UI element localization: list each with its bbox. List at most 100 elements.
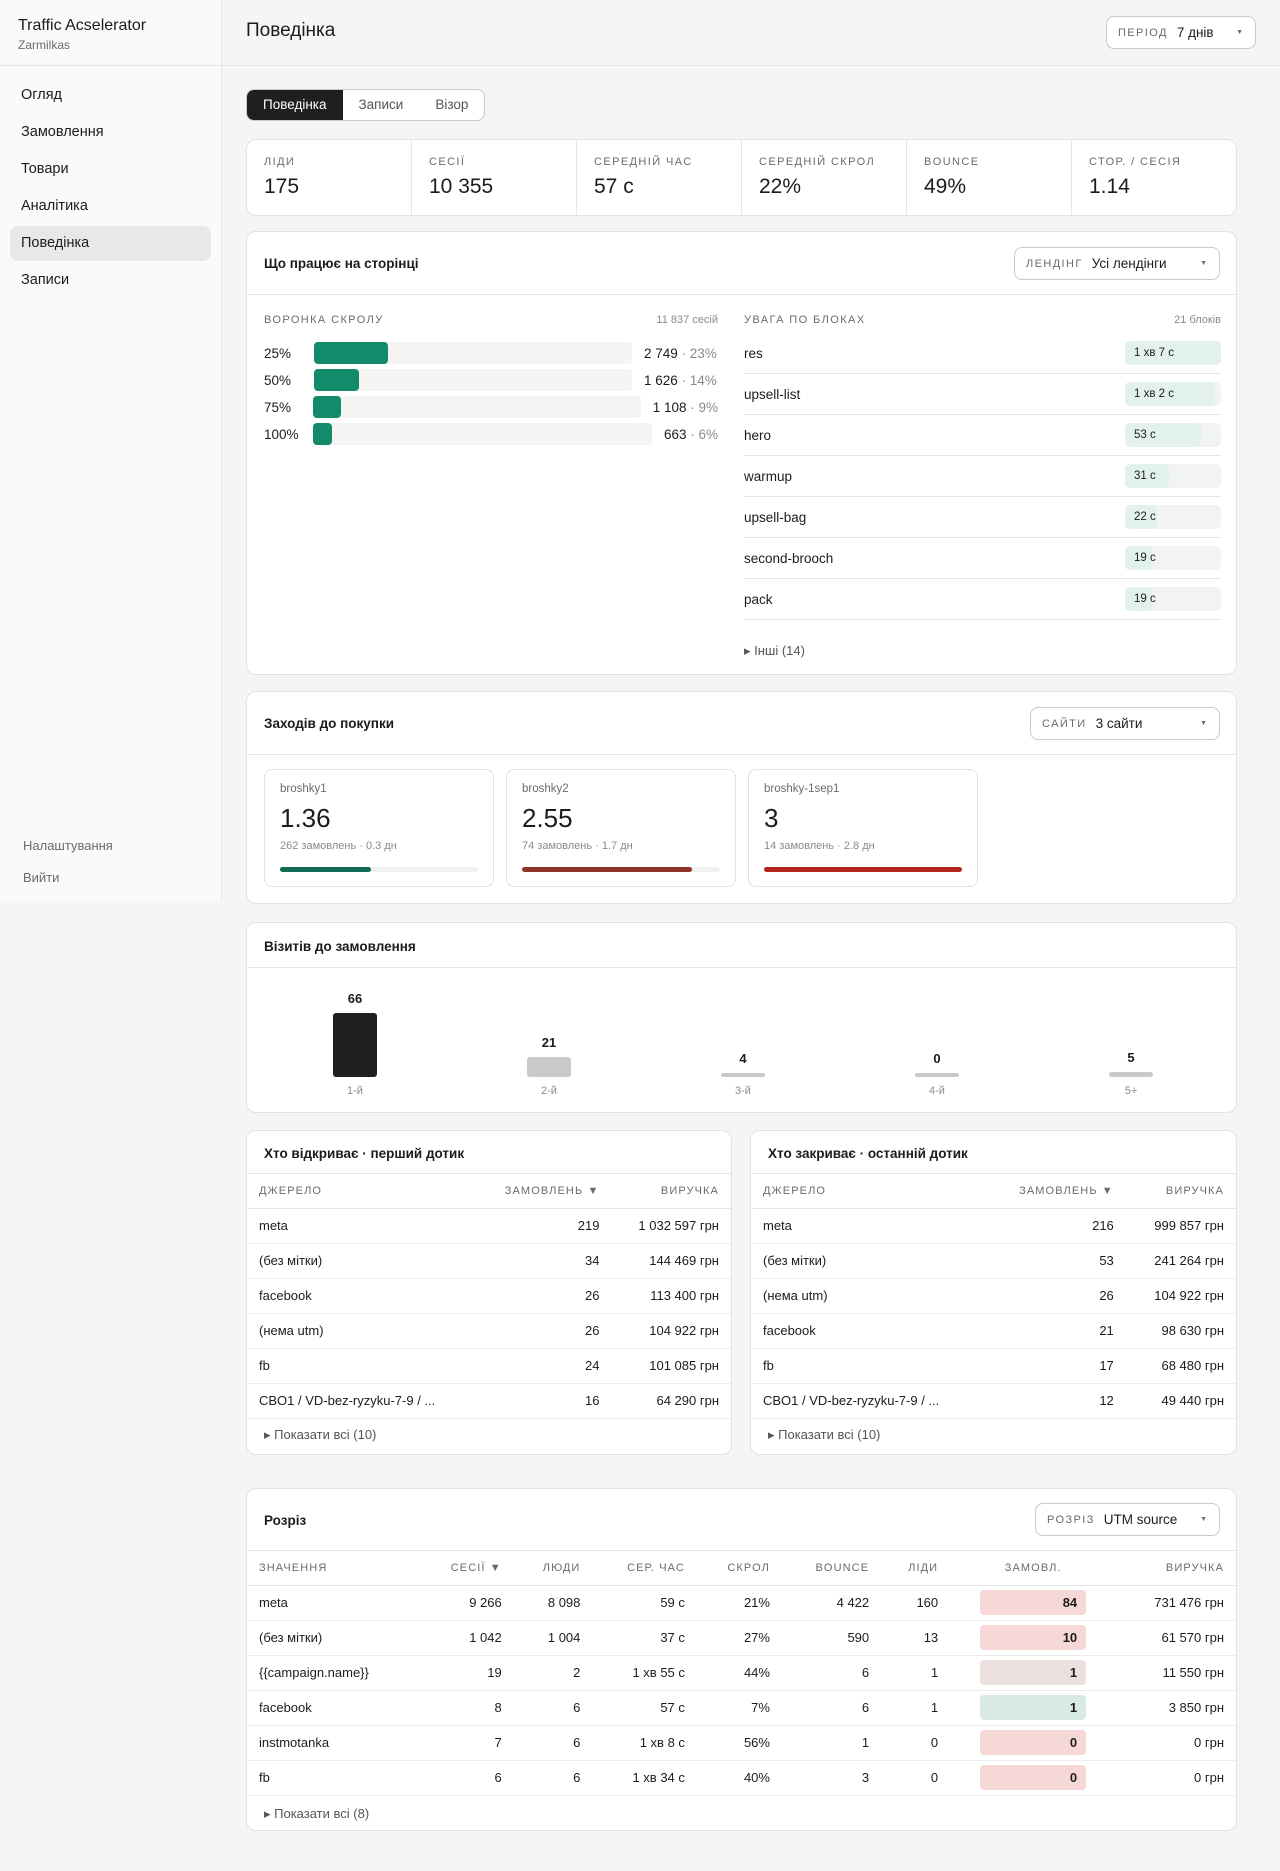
sidebar-item-products[interactable]: Товари (10, 152, 211, 187)
col-header[interactable]: ЛЮДИ (513, 1551, 593, 1586)
cell: 19 (417, 1655, 514, 1691)
table-row[interactable]: (нема utm) 26 104 922 грн (247, 1313, 731, 1349)
cell-source: facebook (751, 1313, 987, 1349)
table-row[interactable]: meta 216 999 857 грн (751, 1208, 1236, 1244)
show-all-breakdown[interactable]: ▸ Показати всі (8) (264, 1806, 369, 1822)
block-track: 19 с (1125, 587, 1221, 611)
cell: 27% (696, 1620, 782, 1656)
cell-revenue: 241 264 грн (1125, 1243, 1236, 1279)
col-revenue[interactable]: ВИРУЧКА (611, 1174, 731, 1209)
table-row[interactable]: facebook 8 6 57 с 7% 6 1 1 3 850 грн (247, 1690, 1236, 1726)
block-value: 53 с (1134, 429, 1156, 441)
cell-orders: 216 (986, 1208, 1126, 1244)
table-row[interactable]: fb 17 68 480 грн (751, 1348, 1236, 1384)
what-works-card: Що працює на сторінці ЛЕНДІНГ Усі лендін… (246, 231, 1237, 675)
table-row[interactable]: (без мітки) 1 042 1 004 37 с 27% 590 13 10 61 57… (247, 1620, 1236, 1656)
kpi-value: 49% (924, 175, 967, 198)
table-row[interactable]: {{campaign.name}} 19 2 1 хв 55 с 44% 6 1 1 11 55… (247, 1655, 1236, 1691)
cell: fb (247, 1760, 418, 1796)
col-header[interactable]: ЗАМОВЛ. (950, 1551, 1117, 1586)
table-row[interactable]: fb 6 6 1 хв 34 с 40% 3 0 0 0 грн (247, 1760, 1236, 1796)
col-orders[interactable]: ЗАМОВЛЕНЬ ▼ (986, 1174, 1126, 1209)
funnel-value: 1 108 · 9% (641, 400, 718, 415)
col-header[interactable]: СЕСІЇ ▼ (417, 1551, 514, 1586)
app-name: Traffic Acselerator (18, 17, 147, 34)
sites-select[interactable]: САЙТИ 3 сайти ▼ (1030, 707, 1220, 740)
col-orders[interactable]: ЗАМОВЛЕНЬ ▼ (475, 1174, 612, 1209)
funnel-depth: 75% (264, 399, 292, 415)
cell: 4 422 (781, 1585, 882, 1621)
col-header[interactable]: ЛІДИ (881, 1551, 951, 1586)
tab-behavior[interactable]: Поведінка (247, 90, 343, 120)
funnel-share: · 14% (681, 372, 717, 388)
col-header[interactable]: BOUNCE (781, 1551, 882, 1586)
block-name: second-brooch (744, 550, 834, 566)
cell: 6 (513, 1690, 593, 1726)
table-row[interactable]: facebook 26 113 400 грн (247, 1278, 731, 1314)
view-tabs: Поведінка Записи Візор (246, 89, 486, 121)
cell: 9 266 (417, 1585, 514, 1621)
cell-revenue: 999 857 грн (1125, 1208, 1236, 1244)
breakdown-select[interactable]: РОЗРІЗ UTM source ▼ (1035, 1503, 1220, 1536)
cell-revenue: 64 290 грн (611, 1383, 731, 1419)
block-value: 22 с (1134, 511, 1156, 523)
table-row[interactable]: meta 219 1 032 597 грн (247, 1208, 731, 1244)
orders-badge: 84 (980, 1590, 1087, 1615)
table-row[interactable]: (без мітки) 34 144 469 грн (247, 1243, 731, 1279)
col-header[interactable]: ЗНАЧЕННЯ (247, 1551, 418, 1586)
show-all-last-touch[interactable]: ▸ Показати всі (10) (768, 1427, 880, 1443)
funnel-row: 25% 2 749 · 23% (264, 342, 718, 364)
breakdown-select-value: UTM source (1103, 1512, 1178, 1527)
sidebar-item-analytics[interactable]: Аналітика (10, 189, 211, 224)
sidebar-item-orders[interactable]: Замовлення (10, 115, 211, 150)
cell-revenue: 49 440 грн (1125, 1383, 1236, 1419)
block-row: pack 19 с (744, 579, 1221, 620)
cell: (без мітки) (247, 1620, 418, 1656)
site-bar (522, 867, 693, 872)
col-revenue[interactable]: ВИРУЧКА (1125, 1174, 1236, 1209)
funnel-depth: 100% (264, 426, 299, 442)
show-more-blocks[interactable]: ▸ Інші (14) (744, 643, 805, 659)
block-row: upsell-list 1 хв 2 с (744, 374, 1221, 415)
landing-select-label: ЛЕНДІНГ (1026, 257, 1083, 270)
table-row[interactable]: (без мітки) 53 241 264 грн (751, 1243, 1236, 1279)
table-row[interactable]: meta 9 266 8 098 59 с 21% 4 422 160 84 731 476 г… (247, 1585, 1236, 1621)
col-header[interactable]: СЕР. ЧАС (592, 1551, 697, 1586)
logout-link[interactable]: Вийти (23, 862, 113, 894)
cell: 3 (781, 1760, 882, 1796)
table-row[interactable]: fb 24 101 085 грн (247, 1348, 731, 1384)
show-all-first-touch[interactable]: ▸ Показати всі (10) (264, 1427, 376, 1443)
settings-link[interactable]: Налаштування (23, 830, 113, 862)
table-row[interactable]: CBO1 / VD-bez-ryzyku-7-9 / ... 16 64 290 г… (247, 1383, 731, 1419)
block-row: hero 53 с (744, 415, 1221, 456)
table-row[interactable]: CBO1 / VD-bez-ryzyku-7-9 / ... 12 49 440 г… (751, 1383, 1236, 1419)
sidebar-item-recordings[interactable]: Записи (10, 263, 211, 298)
site-track (522, 867, 720, 872)
sidebar-item-behavior[interactable]: Поведінка (10, 226, 211, 261)
col-header[interactable]: СКРОЛ (696, 1551, 782, 1586)
table-row[interactable]: facebook 21 98 630 грн (751, 1313, 1236, 1349)
card-title: Хто закриває · останній дотик (768, 1146, 968, 1161)
landing-select[interactable]: ЛЕНДІНГ Усі лендінги ▼ (1014, 247, 1220, 280)
cell: 40% (696, 1760, 782, 1796)
col-source[interactable]: ДЖЕРЕЛО (247, 1174, 476, 1209)
funnel-meta: 11 837 сесій (656, 314, 718, 326)
funnel-track (314, 342, 632, 364)
table-row[interactable]: (нема utm) 26 104 922 грн (751, 1278, 1236, 1314)
block-name: upsell-bag (744, 509, 807, 525)
tab-recordings[interactable]: Записи (343, 90, 420, 120)
block-value: 1 хв 2 с (1134, 388, 1174, 400)
col-source[interactable]: ДЖЕРЕЛО (751, 1174, 987, 1209)
kpi-avg-scroll: СЕРЕДНІЙ СКРОЛ 22% (742, 140, 907, 215)
tab-visor[interactable]: Візор (419, 90, 484, 120)
cell: 0 грн (1116, 1725, 1236, 1761)
kpi-label: СЕСІЇ (429, 156, 466, 168)
funnel-track (314, 369, 632, 391)
col-header[interactable]: ВИРУЧКА (1116, 1551, 1236, 1586)
table-row[interactable]: instmotanka 7 6 1 хв 8 с 56% 1 0 0 0 грн (247, 1725, 1236, 1761)
last-touch-table: ДЖЕРЕЛО ЗАМОВЛЕНЬ ▼ ВИРУЧКА meta 216 999 8… (751, 1174, 1236, 1419)
card-header: Хто відкриває · перший дотик (247, 1131, 731, 1174)
period-select[interactable]: ПЕРІОД 7 днів ▼ (1106, 16, 1256, 49)
sidebar-item-overview[interactable]: Огляд (10, 78, 211, 113)
visits-bar-category: 1-й (347, 1085, 363, 1097)
